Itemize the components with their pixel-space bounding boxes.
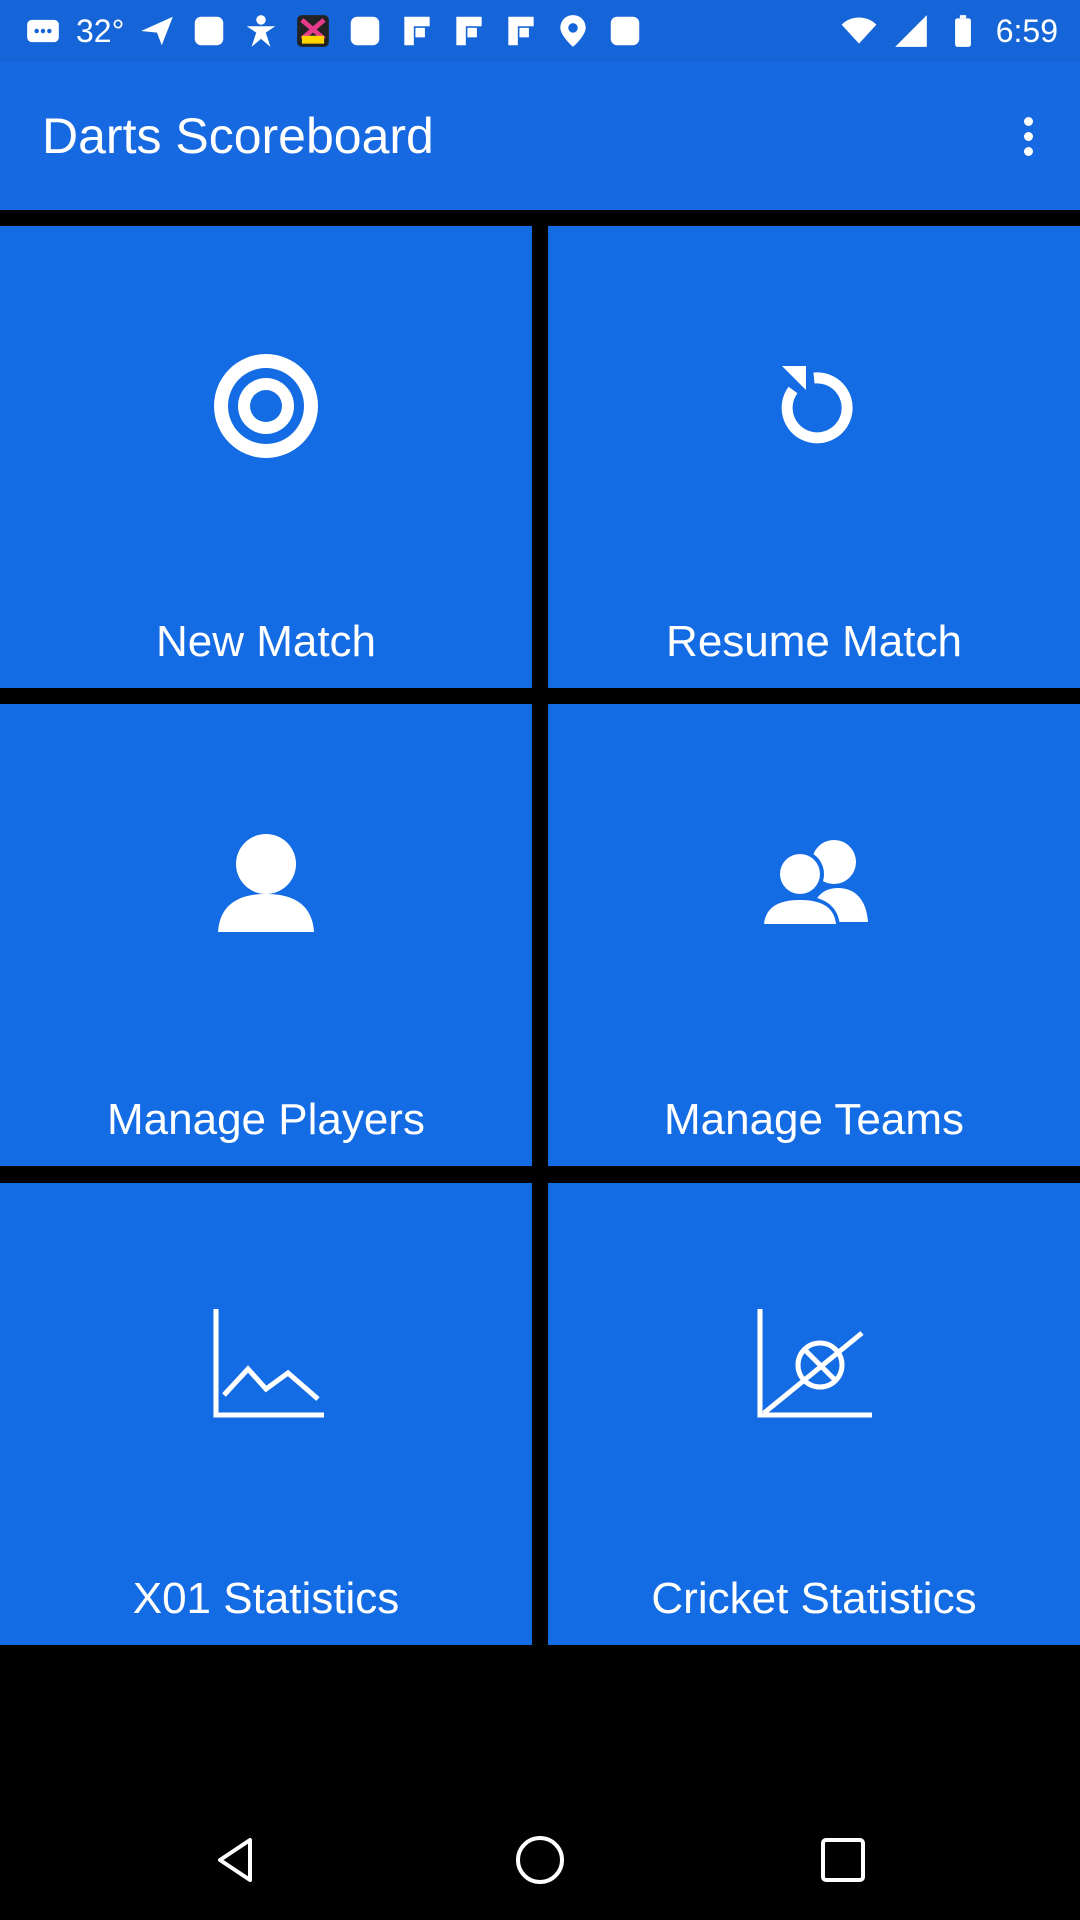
new-match-label: New Match bbox=[155, 617, 377, 666]
more-vert-icon[interactable] bbox=[996, 104, 1060, 168]
target-icon bbox=[206, 346, 326, 466]
navigation-bar bbox=[0, 1800, 1080, 1920]
recents-icon[interactable] bbox=[815, 1832, 871, 1888]
flipboard-icon bbox=[450, 12, 488, 50]
signal-icon bbox=[892, 12, 930, 50]
manage-teams-tile[interactable]: Manage Teams bbox=[548, 704, 1080, 1166]
flipboard-icon bbox=[502, 12, 540, 50]
new-match-tile[interactable]: New Match bbox=[0, 226, 532, 688]
app-title: Darts Scoreboard bbox=[42, 108, 434, 164]
back-icon[interactable] bbox=[210, 1832, 266, 1888]
clock: 6:59 bbox=[995, 12, 1058, 49]
flipboard-icon bbox=[398, 12, 436, 50]
status-bar: 32° 6:59 bbox=[0, 0, 1080, 62]
temperature: 32° bbox=[76, 12, 125, 49]
status-right: 6:59 bbox=[840, 8, 1058, 54]
resume-match-label: Resume Match bbox=[666, 617, 962, 666]
figure-icon bbox=[242, 12, 280, 50]
resume-match-tile[interactable]: Resume Match bbox=[548, 226, 1080, 688]
home-icon[interactable] bbox=[512, 1832, 568, 1888]
x01-statistics-tile[interactable]: X01 Statistics bbox=[0, 1183, 532, 1645]
messages-icon bbox=[24, 12, 62, 50]
manage-players-tile[interactable]: Manage Players bbox=[0, 704, 532, 1166]
status-left: 32° bbox=[24, 8, 644, 54]
scatter-chart-icon bbox=[754, 1303, 874, 1423]
x01-statistics-label: X01 Statistics bbox=[132, 1574, 400, 1623]
refresh-icon bbox=[754, 346, 874, 466]
wifi-icon bbox=[840, 12, 878, 50]
square-icon bbox=[606, 12, 644, 50]
pop-app-icon bbox=[294, 12, 332, 50]
cricket-statistics-label: Cricket Statistics bbox=[651, 1574, 977, 1623]
manage-players-label: Manage Players bbox=[107, 1095, 425, 1144]
location-icon bbox=[554, 12, 592, 50]
square-icon bbox=[346, 12, 384, 50]
calendar-icon bbox=[190, 12, 228, 50]
person-icon bbox=[206, 824, 326, 944]
send-icon bbox=[138, 12, 176, 50]
line-chart-icon bbox=[206, 1303, 326, 1423]
app-bar: Darts Scoreboard bbox=[0, 62, 1080, 210]
manage-teams-label: Manage Teams bbox=[663, 1095, 965, 1144]
cricket-statistics-tile[interactable]: Cricket Statistics bbox=[548, 1183, 1080, 1645]
people-icon bbox=[754, 824, 874, 944]
battery-icon bbox=[944, 12, 982, 50]
